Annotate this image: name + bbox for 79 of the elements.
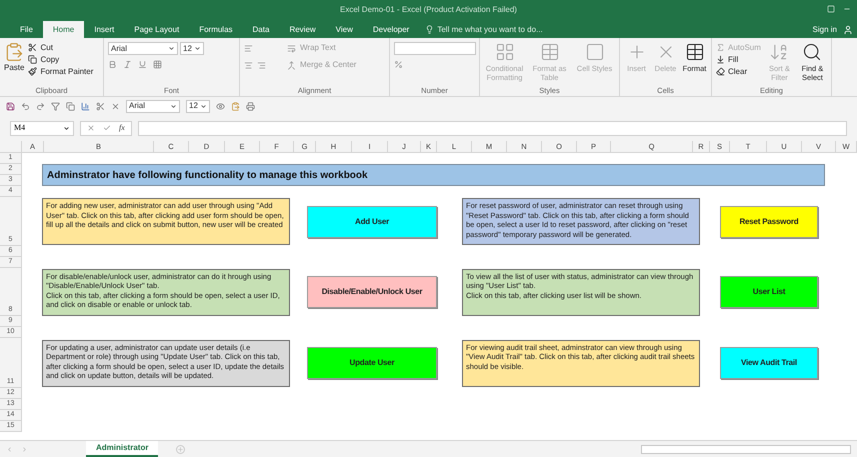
printer-icon[interactable] <box>246 102 255 110</box>
ribbon-command[interactable]: Copy <box>28 54 94 65</box>
align-center-icon[interactable] <box>244 60 253 70</box>
ribbon-tab[interactable]: Developer <box>362 21 420 38</box>
paste-icon[interactable] <box>231 102 240 110</box>
action-button[interactable]: Reset Password <box>720 206 818 238</box>
chart-icon[interactable] <box>81 102 90 110</box>
command-icon <box>802 42 822 62</box>
delete-icon[interactable] <box>111 102 120 110</box>
previous-sheet-icon[interactable] <box>6 446 13 452</box>
copy-icon[interactable] <box>66 102 75 110</box>
command-icon <box>494 42 514 62</box>
paste-button[interactable]: Paste <box>4 42 24 74</box>
font-select[interactable]: 12 <box>180 42 204 55</box>
font-select[interactable]: 12 <box>186 100 210 112</box>
number-format-select[interactable] <box>394 42 476 55</box>
user-icon[interactable] <box>843 24 853 34</box>
action-button[interactable]: Add User <box>307 206 437 238</box>
percent-icon[interactable] <box>394 60 403 69</box>
restore-icon[interactable] <box>827 5 835 13</box>
align-right-icon[interactable] <box>257 60 266 70</box>
name-box[interactable]: M4 <box>10 120 74 136</box>
wrap-text-icon <box>287 44 296 52</box>
caret-icon <box>200 102 207 110</box>
formula-field[interactable] <box>138 120 847 136</box>
action-button[interactable]: Disable/Enable/Unlock User <box>307 276 437 308</box>
ribbon-command[interactable]: Fill <box>716 54 761 65</box>
font-select[interactable]: Arial <box>108 42 178 55</box>
command-icon <box>28 55 38 64</box>
caret-icon <box>168 45 175 52</box>
command-icon <box>716 55 725 64</box>
underline-icon[interactable] <box>138 60 147 69</box>
command-icon <box>540 42 560 62</box>
horizontal-scrollbar[interactable] <box>641 444 851 454</box>
ribbon-tab[interactable]: Page Layout <box>124 21 190 38</box>
heading-band: Adminstrator have following functionality to manage this workbook <box>42 164 825 186</box>
action-button[interactable]: User List <box>720 276 818 308</box>
ribbon-tab[interactable]: File <box>10 21 43 38</box>
tell-me-field[interactable]: Tell me what you want to do... <box>425 21 543 38</box>
action-button[interactable]: Update User <box>307 347 437 379</box>
ribbon-command[interactable]: Format Painter <box>28 66 94 77</box>
caret-icon <box>194 45 201 52</box>
merge-icon <box>287 60 296 70</box>
borders-icon[interactable] <box>153 60 162 69</box>
window-title: Excel Demo-01 - Excel (Product Activation Failed) <box>340 4 517 16</box>
bold-icon[interactable] <box>108 60 117 69</box>
preview-icon[interactable] <box>216 102 225 110</box>
ribbon-command[interactable]: Clear <box>716 66 761 77</box>
undo-icon[interactable] <box>21 102 30 110</box>
command-icon <box>716 67 725 76</box>
ribbon-tab[interactable]: Review <box>279 21 326 38</box>
insert-function-button[interactable]: fx <box>119 122 125 134</box>
command-icon <box>28 67 38 76</box>
font-select[interactable]: Arial <box>126 100 180 112</box>
lightbulb-icon <box>425 25 434 34</box>
sign-in-link[interactable]: Sign in <box>812 24 837 36</box>
command-icon <box>28 43 38 52</box>
enter-icon[interactable] <box>103 124 111 132</box>
ribbon-command[interactable]: Cut <box>28 42 94 53</box>
sheet-tab[interactable]: Administrator <box>86 441 158 457</box>
caret-icon <box>170 102 177 110</box>
ribbon-tab[interactable]: Data <box>242 21 280 38</box>
cut-icon[interactable] <box>96 102 105 110</box>
italic-icon[interactable] <box>123 60 132 69</box>
ribbon-tab[interactable]: Insert <box>84 21 124 38</box>
cancel-icon[interactable] <box>87 124 95 132</box>
next-sheet-icon[interactable] <box>21 446 28 452</box>
ribbon-tab[interactable]: View <box>326 21 363 38</box>
command-icon <box>684 42 704 62</box>
ribbon-tab[interactable]: Formulas <box>189 21 243 38</box>
ribbon-tab[interactable]: Home <box>42 21 84 38</box>
action-button[interactable]: View Audit Trail <box>720 347 818 379</box>
caret-icon <box>63 124 70 132</box>
command-icon <box>584 42 604 62</box>
command-icon <box>716 43 725 52</box>
save-icon[interactable] <box>6 102 15 110</box>
redo-icon[interactable] <box>36 102 45 110</box>
align-top-icon[interactable] <box>244 44 253 52</box>
filter-icon[interactable] <box>51 102 60 110</box>
